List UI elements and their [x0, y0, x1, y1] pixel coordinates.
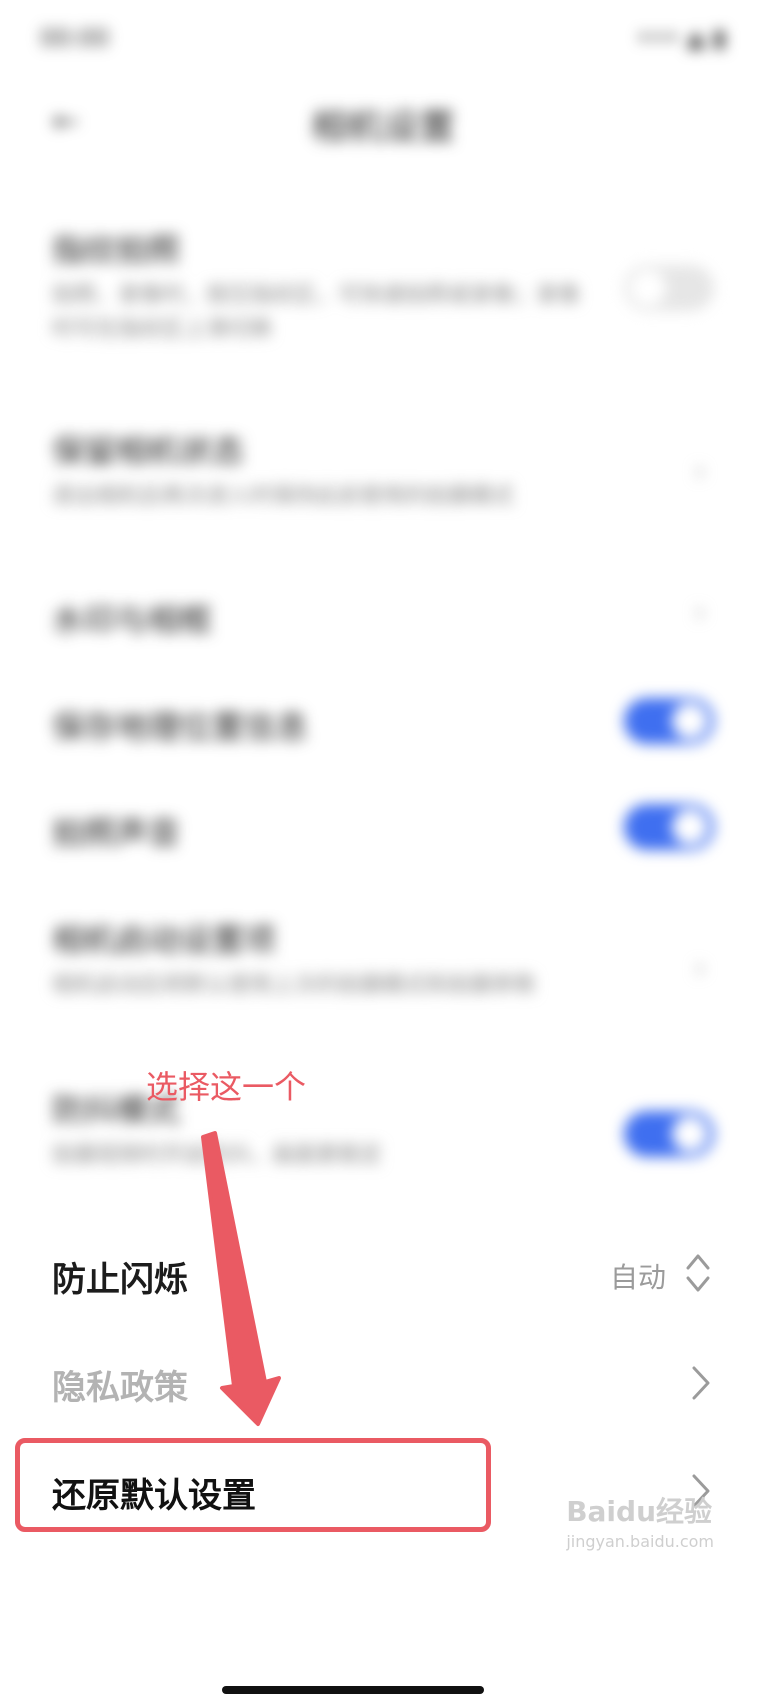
annotation-arrow-icon: [201, 1131, 281, 1426]
baidu-watermark: Baidu经验: [566, 1495, 712, 1528]
baidu-watermark-url: jingyan.baidu.com: [566, 1532, 714, 1551]
home-indicator[interactable]: [222, 1686, 484, 1694]
